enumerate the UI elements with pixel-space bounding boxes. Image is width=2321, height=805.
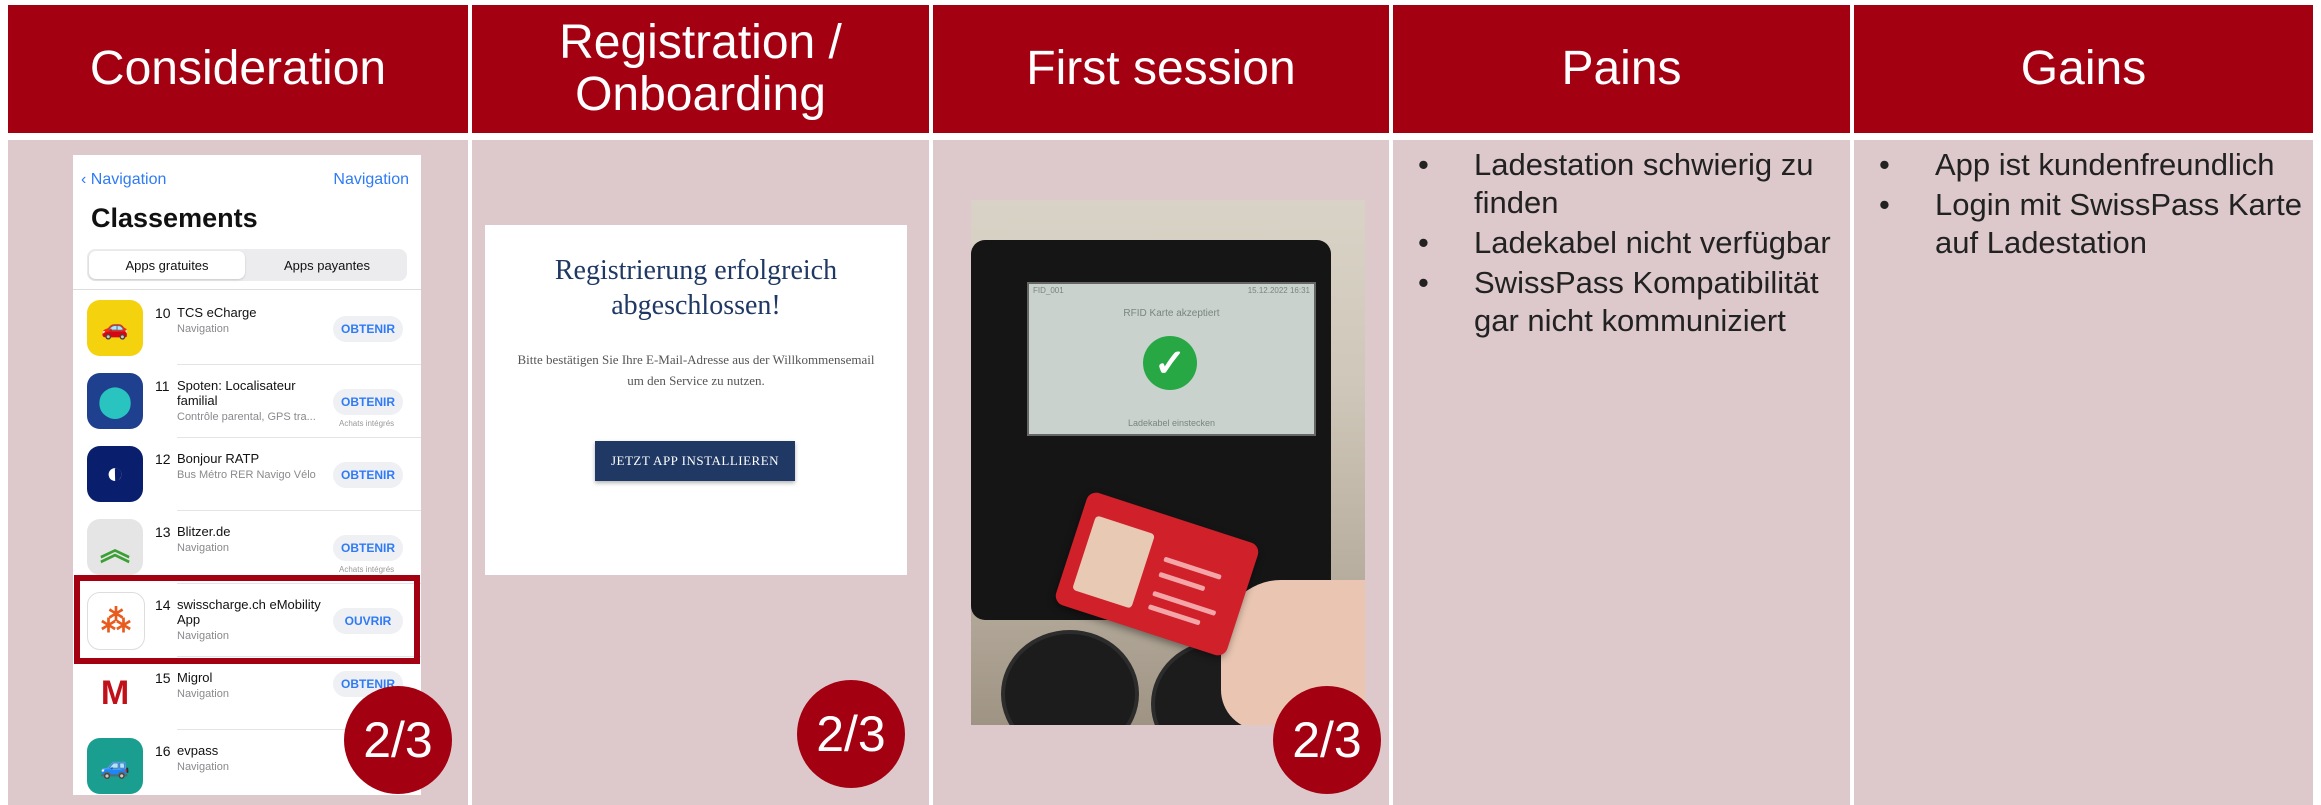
registration-title: Registrierung erfolgreich abgeschlossen!: [554, 255, 838, 321]
in-app-purchases-note: Achats intégrés: [339, 565, 395, 574]
pain-item: SwissPass Kompatibilität gar nicht kommu…: [1396, 264, 1846, 340]
card-text-line: [1158, 571, 1206, 592]
terminal-message: RFID Karte akzeptiert: [1123, 308, 1220, 319]
app-category: Navigation: [177, 323, 229, 335]
map-pin-icon: ⬤: [87, 373, 143, 429]
app-name: Migrol Navigation: [177, 670, 327, 702]
score-badge: 2/3: [797, 680, 905, 788]
app-category: Navigation: [177, 688, 229, 700]
highlight-frame: [74, 575, 420, 664]
app-category: Navigation: [177, 761, 229, 773]
registration-screenshot: Registrierung erfolgreich abgeschlossen!…: [485, 225, 907, 575]
get-button[interactable]: OBTENIR: [333, 389, 403, 415]
registration-text: Bitte bestätigen Sie Ihre E-Mail-Adresse…: [517, 352, 875, 388]
gain-item: Login mit SwissPass Karte auf Ladestatio…: [1857, 186, 2307, 262]
evpass-car-icon: 🚙: [87, 738, 143, 794]
migrol-icon: M: [87, 665, 143, 721]
appstore-nav-right-link[interactable]: Navigation: [333, 171, 409, 189]
app-row[interactable]: ⬤ 11 Spoten: Localisateur familial Contrô…: [73, 365, 421, 438]
card-photo: [1072, 515, 1156, 609]
header-pains: Pains: [1393, 5, 1850, 133]
app-row[interactable]: 🚗 10 TCS eCharge Navigation OBTENIR: [73, 292, 421, 365]
in-app-purchases-note: Achats intégrés: [339, 419, 395, 428]
app-name: Blitzer.de Navigation: [177, 524, 327, 556]
header-gains: Gains: [1854, 5, 2313, 133]
app-category: Navigation: [177, 542, 229, 554]
chevrons-up-icon: ︽: [87, 519, 143, 575]
appstore-segmented-control: Apps gratuites Apps payantes: [87, 249, 407, 281]
charging-station-photo: FID_001 15.12.2022 16:31 RFID Karte akze…: [971, 200, 1365, 725]
app-rank: 15: [155, 670, 171, 686]
header-registration: Registration / Onboarding: [472, 5, 929, 133]
header-first-session: First session: [933, 5, 1389, 133]
appstore-title: Classements: [91, 203, 258, 233]
get-button[interactable]: OBTENIR: [333, 535, 403, 561]
tcs-car-icon: 🚗: [87, 300, 143, 356]
terminal-id: FID_001: [1033, 286, 1064, 295]
get-button[interactable]: OBTENIR: [333, 462, 403, 488]
app-category: Bus Métro RER Navigo Vélo: [177, 469, 316, 481]
terminal-datetime: 15.12.2022 16:31: [1247, 286, 1310, 295]
pain-item: Ladekabel nicht verfügbar: [1396, 224, 1846, 262]
ratp-icon: ◐: [87, 446, 143, 502]
back-label: Navigation: [90, 171, 167, 188]
score-badge: 2/3: [344, 686, 452, 794]
terminal-instruction: Ladekabel einstecken: [1127, 418, 1216, 428]
gain-item: App ist kundenfreundlich: [1857, 146, 2307, 184]
get-button[interactable]: OBTENIR: [333, 316, 403, 342]
checkmark-icon: ✓: [1143, 336, 1197, 390]
appstore-nav-bar: ‹ Navigation Navigation: [73, 167, 421, 195]
app-rank: 10: [155, 305, 171, 321]
app-name: TCS eCharge Navigation: [177, 305, 327, 337]
app-row[interactable]: ◐ 12 Bonjour RATP Bus Métro RER Navigo Vé…: [73, 438, 421, 511]
app-name: Spoten: Localisateur familial Contrôle pa…: [177, 378, 327, 425]
pain-item: Ladestation schwierig zu finden: [1396, 146, 1846, 222]
score-badge: 2/3: [1273, 686, 1381, 794]
app-category: Contrôle parental, GPS tra...: [177, 411, 316, 423]
app-name: evpass Navigation: [177, 743, 327, 775]
segment-free-apps[interactable]: Apps gratuites: [89, 251, 245, 279]
header-consideration: Consideration: [8, 5, 468, 133]
terminal-screen: FID_001 15.12.2022 16:31 RFID Karte akze…: [1027, 282, 1316, 436]
pains-list: Ladestation schwierig zu finden Ladekabe…: [1396, 146, 1846, 342]
appstore-back-link[interactable]: ‹ Navigation: [81, 171, 166, 189]
app-name: Bonjour RATP Bus Métro RER Navigo Vélo: [177, 451, 327, 483]
app-row[interactable]: ︽ 13 Blitzer.de Navigation OBTENIR Achats…: [73, 511, 421, 584]
chevron-left-icon: ‹: [81, 171, 91, 188]
socket-left: [1001, 630, 1139, 725]
segment-paid-apps[interactable]: Apps payantes: [249, 251, 405, 279]
install-app-button[interactable]: JETZT APP INSTALLIEREN: [595, 441, 795, 481]
app-rank: 12: [155, 451, 171, 467]
app-rank: 11: [155, 378, 170, 394]
gains-list: App ist kundenfreundlich Login mit Swiss…: [1857, 146, 2307, 264]
divider: [73, 289, 421, 290]
terminal-status-bar: FID_001 15.12.2022 16:31: [1033, 286, 1310, 295]
app-rank: 13: [155, 524, 171, 540]
app-rank: 16: [155, 743, 171, 759]
